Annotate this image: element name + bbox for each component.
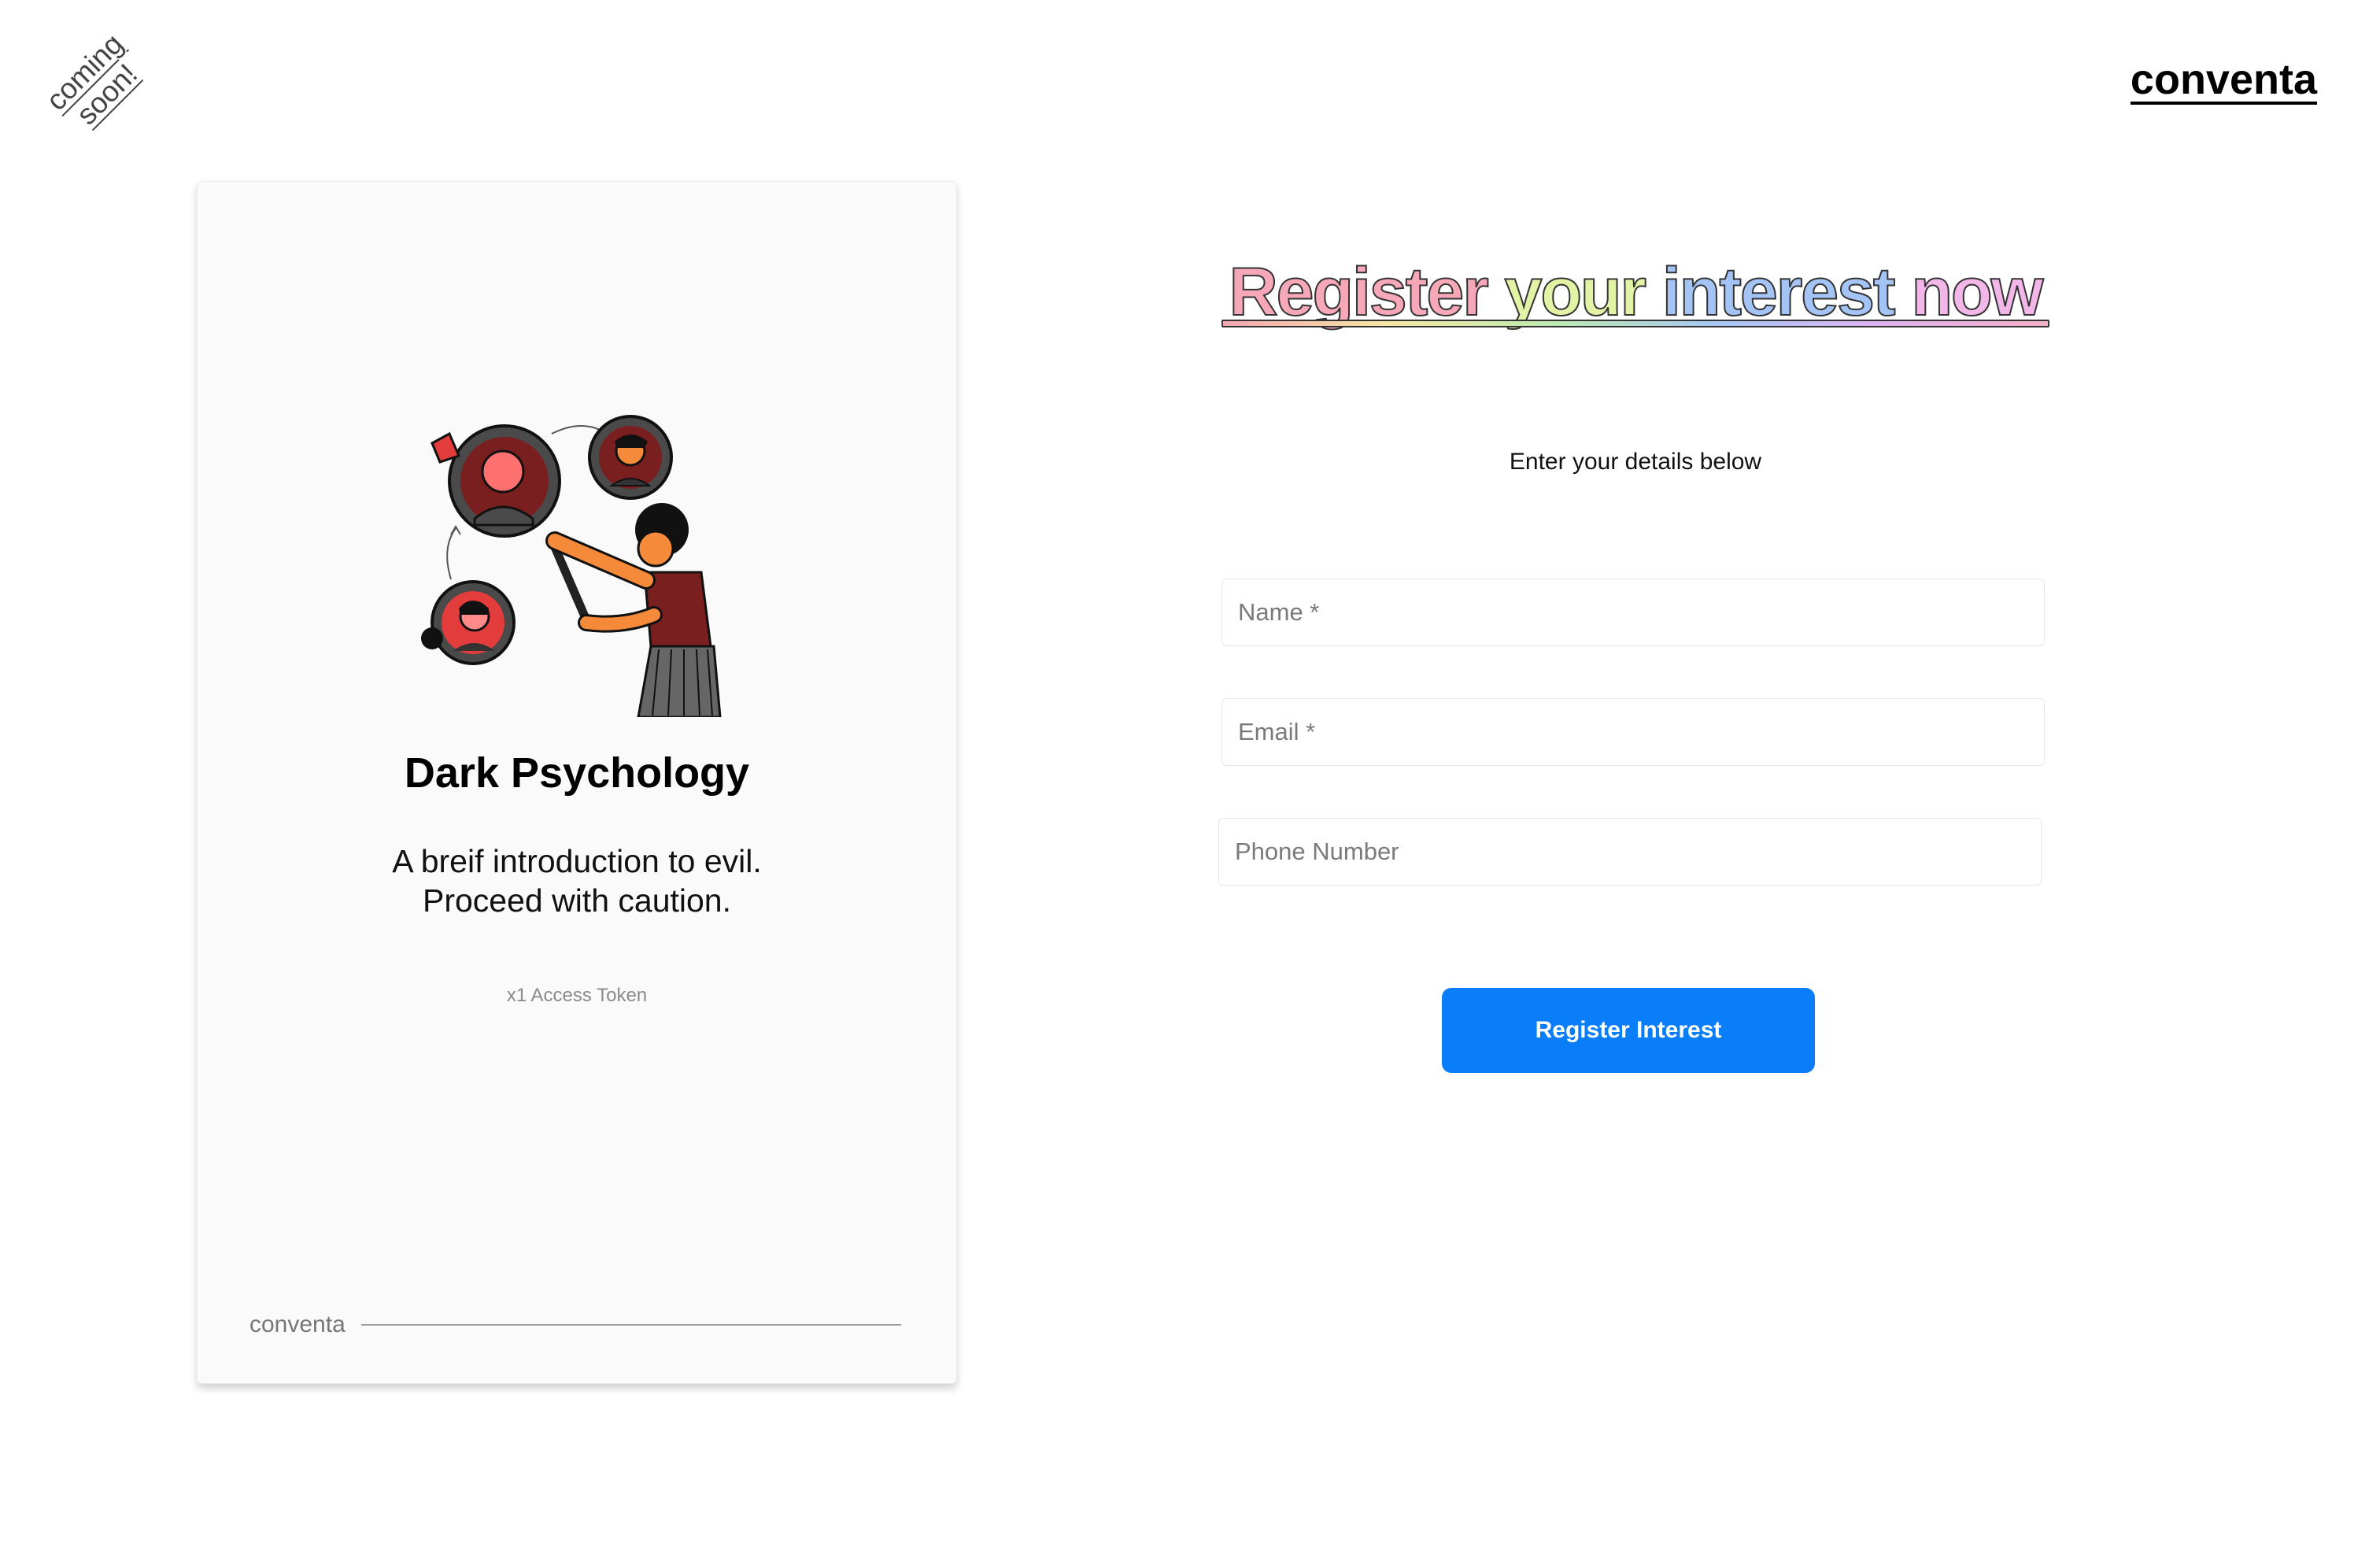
headline-word-2: your: [1504, 253, 1647, 331]
form-subtitle: Enter your details below: [1509, 449, 1762, 475]
person-magnifying-glass-illustration: [421, 415, 722, 717]
card-description: A breif introduction to evil. Proceed wi…: [198, 841, 956, 920]
product-card: Dark Psychology A breif introduction to …: [197, 181, 957, 1384]
headline-word-1: Register: [1229, 253, 1490, 331]
card-footer-divider: [360, 1324, 901, 1326]
access-token-label: x1 Access Token: [506, 985, 648, 1006]
card-footer-brand: conventa: [249, 1311, 346, 1337]
headline-word-4: now: [1910, 253, 2044, 331]
register-interest-button[interactable]: Register Interest: [1442, 988, 1815, 1073]
email-input[interactable]: [1221, 698, 2045, 766]
card-footer: conventa: [249, 1311, 901, 1338]
headline-word-3: interest: [1661, 253, 1897, 331]
card-title: Dark Psychology: [404, 749, 750, 797]
card-description-line2: Proceed with caution.: [422, 882, 731, 919]
headline-underline: [1221, 320, 2049, 327]
phone-input[interactable]: [1218, 818, 2042, 886]
card-description-line1: A breif introduction to evil.: [392, 843, 762, 879]
brand-logo-link[interactable]: conventa: [2131, 55, 2317, 104]
coming-soon-badge: coming soon!: [29, 17, 163, 150]
name-input[interactable]: [1221, 579, 2045, 646]
